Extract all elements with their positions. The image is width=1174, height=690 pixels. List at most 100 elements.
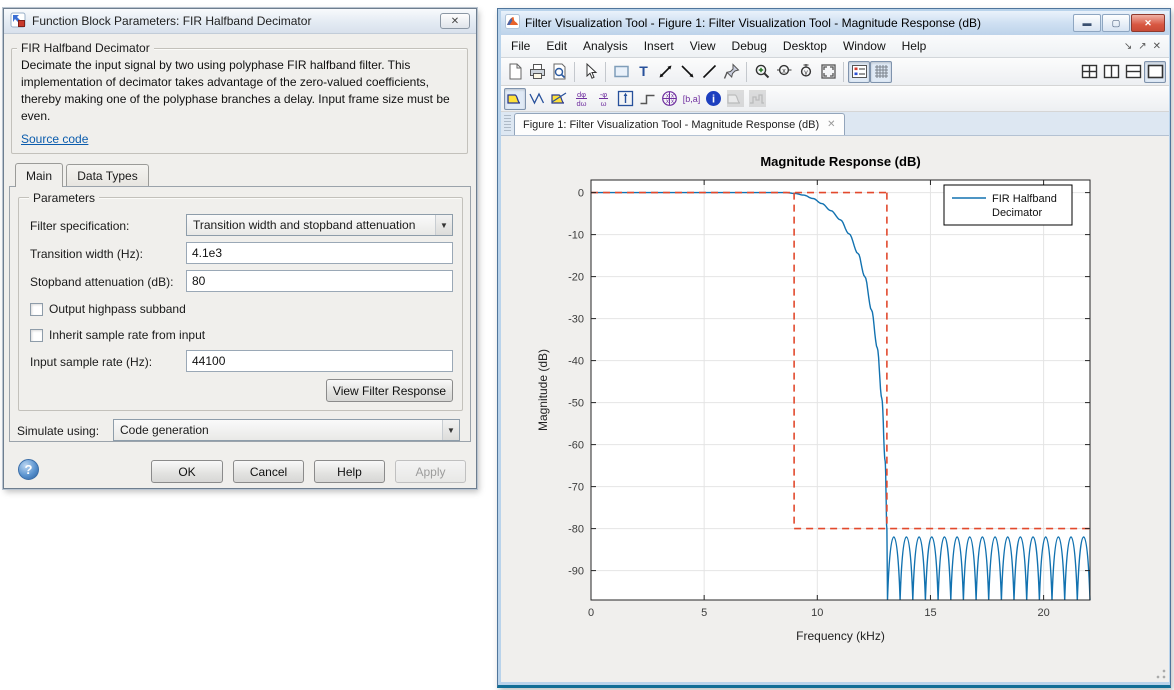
apply-button[interactable]: Apply (395, 460, 466, 483)
svg-text:dω: dω (576, 99, 586, 108)
maximize-button[interactable]: ▢ (1102, 14, 1130, 32)
simulate-using-value: Code generation (120, 423, 209, 437)
resize-grip[interactable] (1156, 669, 1166, 679)
dock-icon[interactable]: ↘ (1124, 41, 1132, 52)
phase-delay-icon[interactable]: -φ ω (592, 88, 614, 110)
view-filter-response-button[interactable]: View Filter Response (326, 379, 453, 402)
transition-width-input[interactable] (186, 242, 453, 264)
magnitude-estimate-icon (724, 88, 746, 110)
zoom-y-icon[interactable]: y (795, 61, 817, 83)
fvtool-titlebar[interactable]: Filter Visualization Tool - Figure 1: Fi… (501, 11, 1169, 35)
magnitude-phase-icon[interactable] (548, 88, 570, 110)
inherit-rate-label: Inherit sample rate from input (49, 328, 206, 342)
svg-text:[b,a]: [b,a] (682, 94, 700, 104)
menu-insert[interactable]: Insert (636, 36, 682, 56)
help-button[interactable]: Help (314, 460, 385, 483)
float-icon[interactable]: ↗ (1138, 41, 1146, 52)
filter-spec-dropdown[interactable]: Transition width and stopband attenuatio… (186, 214, 453, 236)
toolbar-separator (843, 61, 844, 82)
analysis-toolbar: dφ dω -φ ω x x x x [b,a] i (501, 86, 1169, 112)
svg-text:ω: ω (600, 99, 606, 108)
svg-text:Decimator: Decimator (992, 207, 1042, 219)
output-highpass-checkbox[interactable] (30, 303, 43, 316)
svg-text:i: i (711, 94, 714, 106)
stopband-attenuation-input[interactable] (186, 270, 453, 292)
tile-grid-icon[interactable] (1078, 61, 1100, 83)
simulate-using-dropdown[interactable]: Code generation ▼ (113, 419, 460, 441)
edit-pointer-icon[interactable] (579, 61, 601, 83)
insert-double-arrow-icon[interactable] (654, 61, 676, 83)
parameters-group-title: Parameters (29, 191, 100, 205)
group-delay-icon[interactable]: dφ dω (570, 88, 592, 110)
magnitude-response-icon[interactable] (504, 87, 526, 110)
menu-view[interactable]: View (682, 36, 724, 56)
tile-horizontal-icon[interactable] (1122, 61, 1144, 83)
print-icon[interactable] (526, 61, 548, 83)
filter-spec-label: Filter specification: (30, 219, 130, 233)
input-sample-rate-label: Input sample rate (Hz): (30, 355, 153, 369)
svg-text:-φ: -φ (599, 90, 606, 99)
magnitude-response-plot[interactable]: 0 5 10 15 20 0 -10 -20 -30 -40 -50 -60 -70 -80 -90 Magn… (501, 136, 1169, 682)
tab-close-icon[interactable]: ✕ (827, 119, 835, 130)
svg-text:Magnitude (dB): Magnitude (dB) (536, 349, 550, 431)
tab-data-types[interactable]: Data Types (66, 164, 149, 187)
close-button[interactable]: ✕ (1131, 14, 1165, 32)
menu-edit[interactable]: Edit (538, 36, 575, 56)
new-file-icon[interactable] (504, 61, 526, 83)
menu-file[interactable]: File (503, 36, 538, 56)
toolbar-separator (605, 61, 606, 82)
close-menubar-icon[interactable]: ✕ (1153, 41, 1161, 52)
tab-main[interactable]: Main (15, 163, 63, 187)
figure-tab[interactable]: Figure 1: Filter Visualization Tool - Ma… (514, 113, 845, 135)
dialog-close-button[interactable]: ✕ (440, 13, 470, 29)
zoom-in-icon[interactable] (751, 61, 773, 83)
menu-analysis[interactable]: Analysis (575, 36, 636, 56)
help-ball-icon[interactable]: ? (18, 459, 39, 480)
toolbar-separator (746, 61, 747, 82)
menu-debug[interactable]: Debug (724, 36, 775, 56)
figure-area: 0 5 10 15 20 0 -10 -20 -30 -40 -50 -60 -70 -80 -90 Magn… (501, 136, 1169, 682)
svg-text:-70: -70 (568, 482, 584, 494)
svg-text:-30: -30 (568, 314, 584, 326)
legend-toggle-icon[interactable] (848, 60, 870, 83)
toolbar-grip-handle[interactable] (504, 115, 511, 133)
filter-info-icon[interactable]: i (702, 88, 724, 110)
cancel-button[interactable]: Cancel (233, 460, 304, 483)
pole-zero-icon[interactable]: xxxx (658, 88, 680, 110)
menu-window[interactable]: Window (835, 36, 894, 56)
inherit-rate-checkbox[interactable] (30, 329, 43, 342)
ok-button[interactable]: OK (151, 460, 223, 483)
stopband-attenuation-label: Stopband attenuation (dB): (30, 275, 174, 289)
insert-line-icon[interactable] (698, 61, 720, 83)
grid-toggle-icon[interactable] (870, 60, 892, 83)
full-view-icon[interactable] (817, 61, 839, 83)
dialog-titlebar[interactable]: Function Block Parameters: FIR Halfband … (4, 9, 476, 34)
coefficients-icon[interactable]: [b,a] (680, 88, 702, 110)
header-group-title: FIR Halfband Decimator (17, 41, 154, 55)
insert-rectangle-icon[interactable] (610, 61, 632, 83)
figure-tab-label: Figure 1: Filter Visualization Tool - Ma… (523, 118, 820, 131)
source-code-link[interactable]: Source code (21, 132, 88, 146)
insert-arrow-icon[interactable] (676, 61, 698, 83)
svg-text:5: 5 (701, 607, 707, 619)
zoom-x-icon[interactable]: x (773, 61, 795, 83)
tile-vertical-icon[interactable] (1100, 61, 1122, 83)
svg-text:-80: -80 (568, 524, 584, 536)
menu-desktop[interactable]: Desktop (775, 36, 835, 56)
simulink-block-icon (10, 12, 26, 31)
pin-icon[interactable] (720, 61, 742, 83)
impulse-response-icon[interactable] (614, 88, 636, 110)
simulate-using-label: Simulate using: (17, 424, 100, 438)
phase-response-icon[interactable] (526, 88, 548, 110)
minimize-button[interactable]: ▬ (1073, 14, 1101, 32)
print-preview-icon[interactable] (548, 61, 570, 83)
step-response-icon[interactable] (636, 88, 658, 110)
svg-text:FIR Halfband: FIR Halfband (992, 193, 1057, 205)
input-sample-rate-input[interactable] (186, 350, 453, 372)
svg-text:-90: -90 (568, 566, 584, 578)
menu-help[interactable]: Help (894, 36, 935, 56)
svg-text:-10: -10 (568, 230, 584, 242)
svg-text:0: 0 (578, 188, 584, 200)
insert-text-icon[interactable]: T (632, 61, 654, 83)
tile-single-icon[interactable] (1144, 60, 1166, 83)
